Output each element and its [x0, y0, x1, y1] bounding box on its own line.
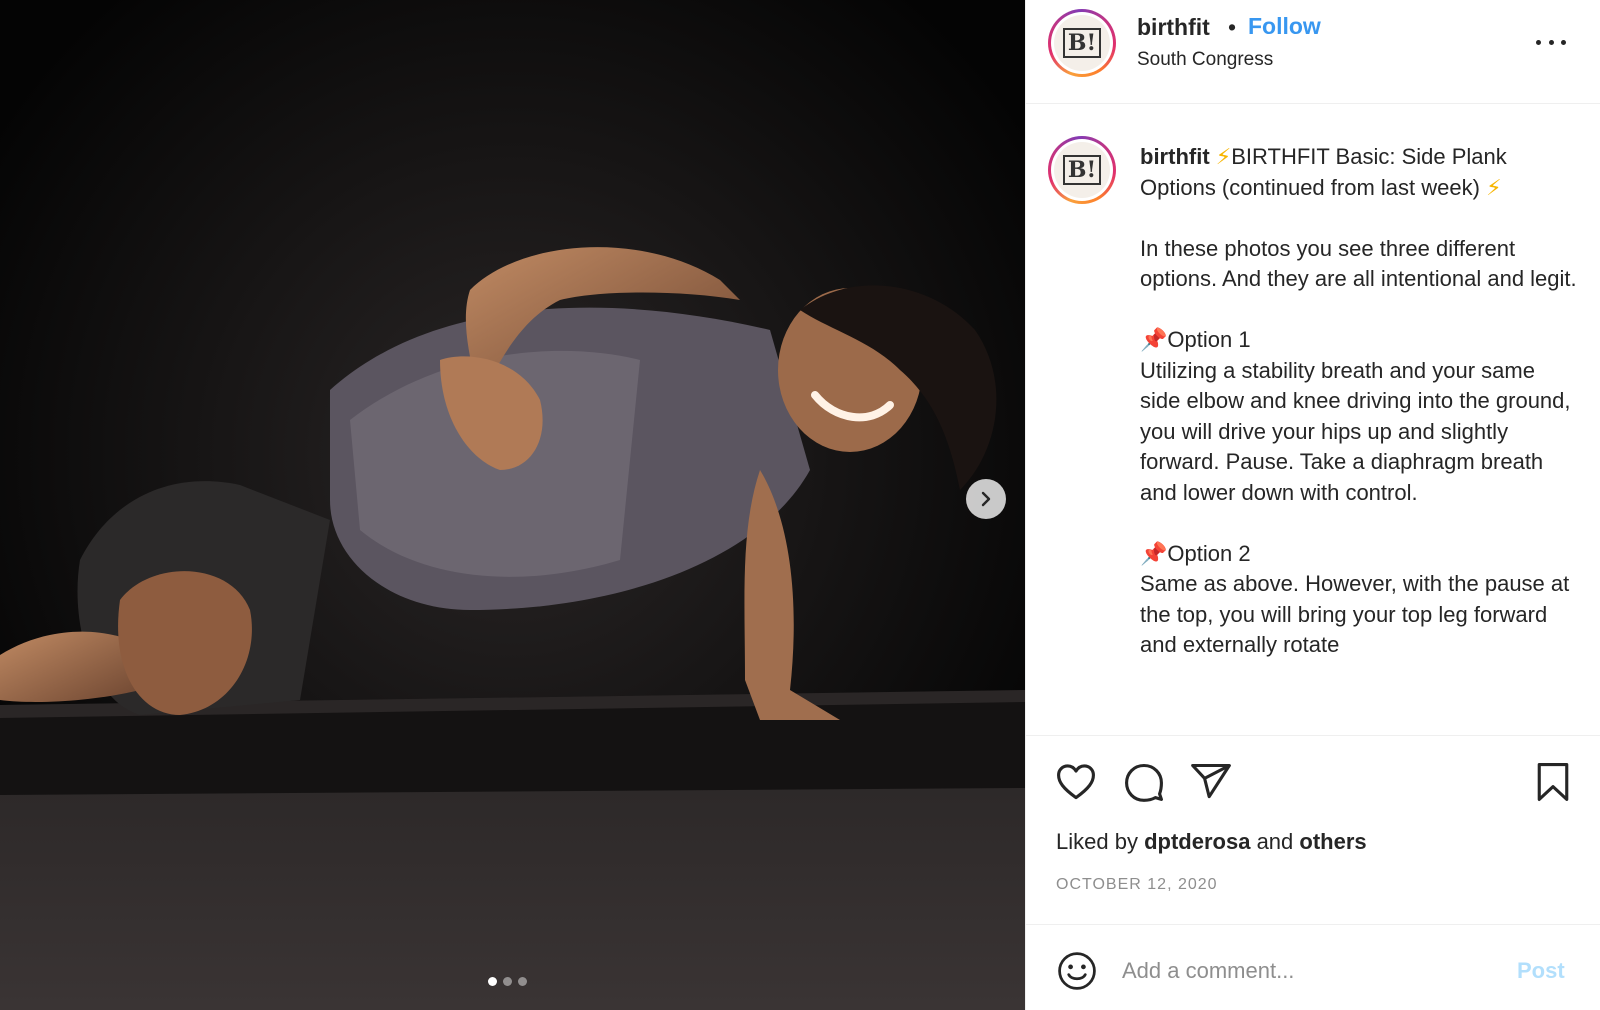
option-body: Utilizing a stability breath and your sa… [1140, 357, 1571, 505]
pushpin-icon: 📌 [1140, 540, 1168, 566]
post-side-panel: B! birthfit • Follow South Congress B! b… [1025, 0, 1600, 1010]
liked-by-user[interactable]: dptderosa [1144, 829, 1250, 854]
comment-input[interactable] [1122, 951, 1502, 991]
share-icon[interactable] [1189, 760, 1233, 804]
carousel-next-button[interactable] [966, 479, 1006, 519]
carousel-dot-active [488, 977, 497, 986]
option-title: Option 2 [1167, 540, 1251, 566]
post-username[interactable]: birthfit [1137, 14, 1210, 41]
bookmark-icon[interactable] [1531, 760, 1575, 804]
comment-icon[interactable] [1122, 760, 1166, 804]
follow-button[interactable]: Follow [1248, 13, 1321, 40]
post-comment-button[interactable]: Post [1517, 958, 1565, 984]
post-photo [0, 0, 1025, 1010]
caption-text: birthfit ⚡BIRTHFIT Basic: Side Plank Opt… [1140, 142, 1580, 661]
liked-by-prefix: Liked by [1056, 829, 1138, 854]
caption-paragraph: In these photos you see three different … [1140, 235, 1577, 292]
avatar-logo: B! [1062, 28, 1102, 58]
lightning-icon: ⚡ [1215, 144, 1232, 169]
caption-scroll-area[interactable]: B! birthfit ⚡BIRTHFIT Basic: Side Plank … [1026, 105, 1600, 735]
lightning-icon: ⚡ [1486, 174, 1502, 200]
post-date[interactable]: OCTOBER 12, 2020 [1056, 876, 1218, 894]
carousel-dot [518, 977, 527, 986]
avatar[interactable]: B! [1048, 9, 1116, 77]
post-location[interactable]: South Congress [1137, 49, 1273, 71]
caption-avatar[interactable]: B! [1048, 136, 1116, 204]
carousel-indicator [488, 977, 527, 986]
post-header: B! birthfit • Follow South Congress [1026, 0, 1600, 104]
header-separator: • [1228, 14, 1237, 40]
caption-username[interactable]: birthfit [1140, 144, 1210, 169]
liked-by-and: and [1256, 829, 1294, 854]
avatar-logo: B! [1062, 155, 1102, 185]
option-title: Option 1 [1167, 327, 1251, 352]
emoji-icon[interactable] [1055, 949, 1099, 993]
post-media[interactable] [0, 0, 1025, 1010]
chevron-right-icon [981, 491, 991, 507]
carousel-dot [503, 977, 512, 986]
heart-icon[interactable] [1054, 760, 1098, 804]
comment-bar: Post [1026, 924, 1600, 1010]
pushpin-icon: 📌 [1140, 327, 1168, 352]
option-body: Same as above. However, with the pause a… [1140, 571, 1570, 657]
more-icon[interactable] [1536, 30, 1566, 54]
liked-by-others[interactable]: others [1299, 829, 1366, 854]
likes-summary: Liked by dptderosa and others [1056, 829, 1367, 855]
